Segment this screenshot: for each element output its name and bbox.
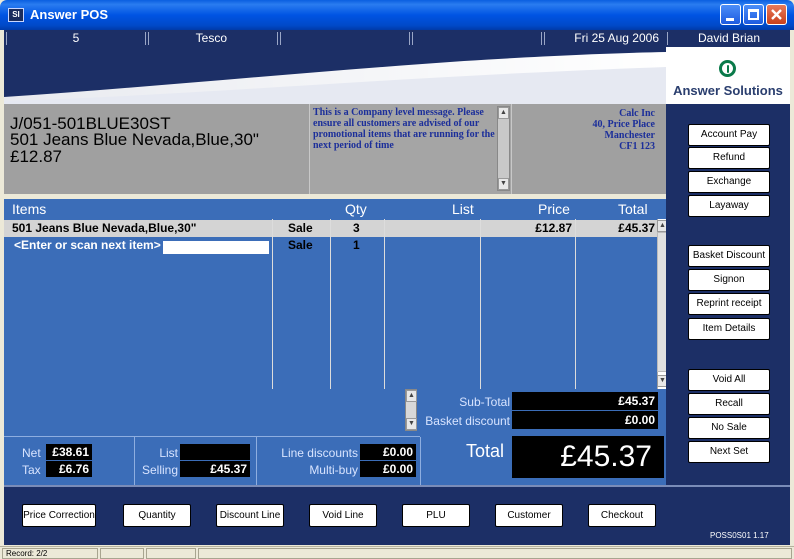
scroll-down-icon[interactable]: ▼	[498, 178, 509, 190]
company-postcode: CF1 123	[619, 141, 655, 152]
basket-discount-value: £0.00	[512, 411, 658, 429]
signon-button[interactable]: Signon	[688, 269, 770, 291]
version-label: POSS0S01 1.17	[710, 531, 769, 540]
logo-text: Answer Solutions	[673, 83, 783, 98]
net-value: £38.61	[46, 444, 92, 460]
tax-label: Tax	[22, 463, 41, 477]
row-type: Sale	[288, 238, 313, 252]
header-total: Total	[618, 201, 648, 217]
checkout-button[interactable]: Checkout	[588, 504, 656, 527]
title-bar	[0, 0, 794, 30]
line-discounts-label: Line discounts	[281, 446, 358, 460]
row-type: Sale	[288, 221, 313, 235]
company-message: This is a Company level message. Please …	[313, 107, 495, 151]
quantity-button[interactable]: Quantity	[123, 504, 191, 527]
info-cell-3	[280, 32, 410, 45]
item-entry-text[interactable]: <Enter or scan next item>	[12, 237, 163, 254]
discount-line-button[interactable]: Discount Line	[216, 504, 284, 527]
minimize-button[interactable]	[720, 4, 741, 25]
maximize-button[interactable]	[743, 4, 764, 25]
grid-divider	[384, 219, 385, 389]
tax-value: £6.76	[46, 461, 92, 477]
list-label: List	[159, 446, 178, 460]
totals-scrollbar[interactable]: ▲ ▼	[405, 389, 417, 431]
selling-label: Selling	[141, 463, 178, 477]
refund-button[interactable]: Refund	[688, 147, 770, 169]
answer-logo-icon	[719, 60, 736, 77]
company-city: Manchester	[604, 130, 655, 141]
row-price: £12.87	[535, 221, 572, 235]
company-address-line: 40, Price Place	[592, 119, 655, 130]
maximize-icon	[748, 9, 759, 20]
account-pay-button[interactable]: Account Pay	[688, 124, 770, 146]
status-panel	[146, 548, 196, 559]
minimize-icon	[726, 18, 734, 21]
window-title: Answer POS	[30, 7, 109, 22]
info-cell-4	[412, 32, 542, 45]
operator-name: David Brian	[697, 31, 761, 45]
customer-button[interactable]: Customer	[495, 504, 563, 527]
subtotal-label: Sub-Total	[459, 395, 510, 409]
grand-total: £45.37	[512, 436, 664, 478]
multibuy-value: £0.00	[360, 461, 416, 477]
till-number: 5	[6, 32, 146, 45]
void-line-button[interactable]: Void Line	[309, 504, 377, 527]
total-label: Total	[466, 441, 505, 461]
header-list: List	[452, 201, 474, 217]
layaway-button[interactable]: Layaway	[688, 195, 770, 217]
row-list	[386, 220, 478, 237]
basket-discount-button[interactable]: Basket Discount	[688, 245, 770, 267]
grid-divider	[575, 219, 576, 389]
bottom-toolbar	[4, 485, 790, 545]
scroll-up-icon[interactable]: ▲	[406, 390, 417, 402]
void-all-button[interactable]: Void All	[688, 369, 770, 391]
basket-discount-label: Basket discount	[425, 414, 510, 428]
close-icon	[771, 9, 782, 20]
header-qty: Qty	[345, 201, 367, 217]
selling-value: £45.37	[180, 461, 250, 477]
company-name: Calc Inc	[619, 108, 655, 119]
exchange-button[interactable]: Exchange	[688, 171, 770, 193]
banner-wave	[4, 52, 666, 104]
scroll-down-icon[interactable]: ▼	[406, 418, 417, 430]
next-set-button[interactable]: Next Set	[688, 441, 770, 463]
scroll-up-icon[interactable]: ▲	[498, 107, 509, 119]
recall-button[interactable]: Recall	[688, 393, 770, 415]
app-icon[interactable]: SI	[8, 8, 24, 22]
close-button[interactable]	[766, 4, 787, 25]
grid-divider	[272, 219, 273, 389]
record-indicator: Record: 2/2	[2, 548, 98, 559]
no-sale-button[interactable]: No Sale	[688, 417, 770, 439]
multibuy-label: Multi-buy	[309, 463, 358, 477]
header-price: Price	[538, 201, 570, 217]
list-value	[180, 444, 250, 460]
status-panel	[198, 548, 792, 559]
current-date: Fri 25 Aug 2006	[544, 32, 668, 45]
row-qty: 3	[353, 221, 360, 235]
product-price: £12.87	[10, 147, 62, 166]
row-total: £45.37	[618, 221, 655, 235]
reprint-receipt-button[interactable]: Reprint receipt	[688, 293, 770, 315]
company-address: Calc Inc 40, Price Place Manchester CF1 …	[520, 108, 655, 152]
row-price	[482, 237, 572, 254]
item-details-button[interactable]: Item Details	[688, 318, 770, 340]
message-scrollbar[interactable]: ▲ ▼	[497, 106, 510, 191]
row-total	[577, 237, 655, 254]
banner	[4, 47, 666, 104]
header-items: Items	[12, 201, 47, 217]
line-discounts-value: £0.00	[360, 444, 416, 460]
store-name: Tesco	[148, 32, 278, 45]
status-panel	[100, 548, 144, 559]
row-item: 501 Jeans Blue Nevada,Blue,30"	[12, 221, 197, 235]
plu-button[interactable]: PLU	[402, 504, 470, 527]
net-label: Net	[22, 446, 41, 460]
row-qty: 1	[353, 238, 360, 252]
subtotal-value: £45.37	[512, 392, 658, 410]
grid-divider	[480, 219, 481, 389]
divider	[134, 437, 135, 485]
divider	[420, 437, 421, 485]
grid-divider	[330, 219, 331, 389]
divider	[256, 437, 257, 485]
price-correction-button[interactable]: Price Correction	[22, 504, 96, 527]
